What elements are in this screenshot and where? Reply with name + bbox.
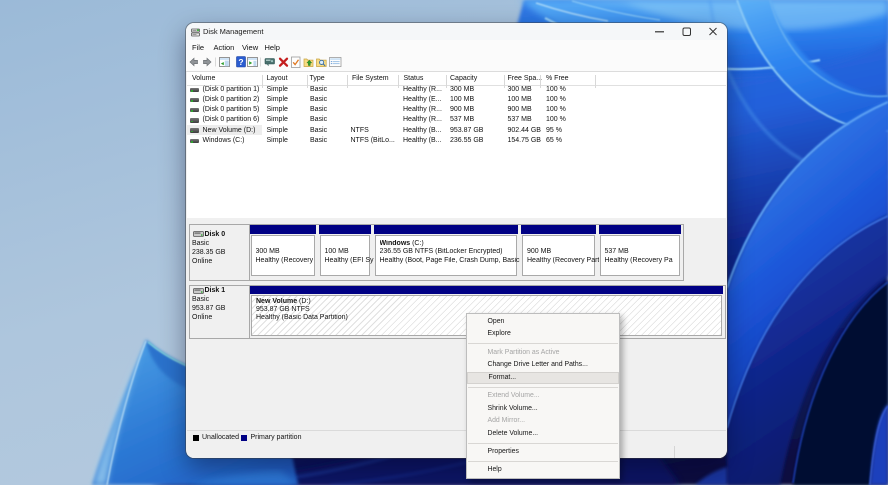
svg-text:?: ?	[238, 57, 243, 67]
